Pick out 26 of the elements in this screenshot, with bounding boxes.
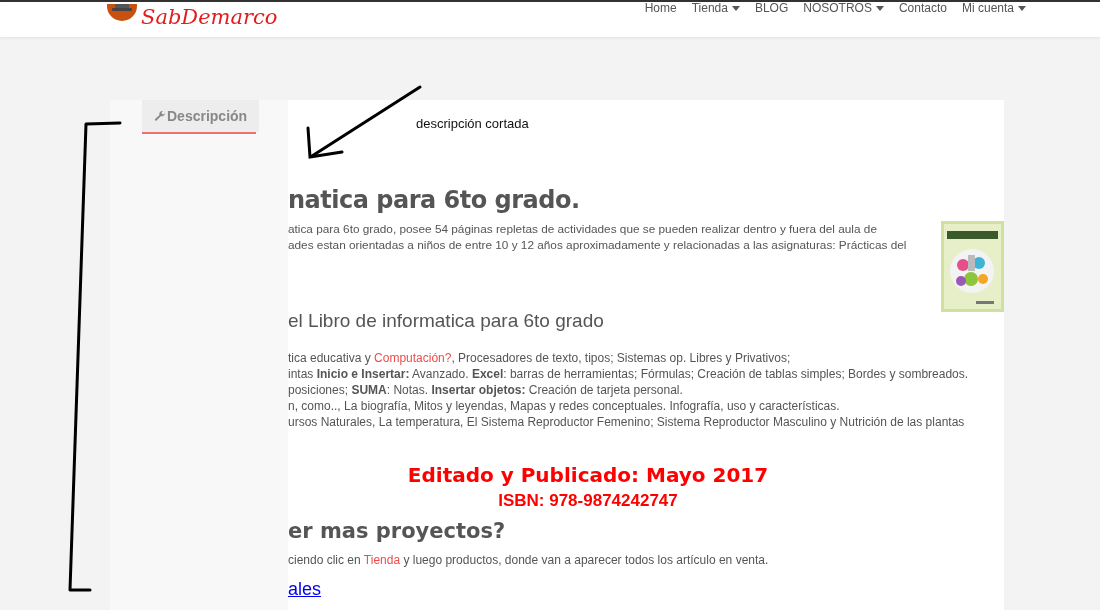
nav-link[interactable]: NOSOTROS — [803, 2, 884, 14]
nav-link[interactable]: Tienda — [691, 2, 740, 14]
wrench-icon — [154, 110, 166, 122]
description-text: atica para 6to grado, posee 54 páginas repletas de actividades que se pueden realizar dentro y fuera del aula de — [288, 221, 878, 237]
list-item: posiciones; SUMA: Notas. Insertar objetos: Creación de tarjeta personal. — [288, 382, 684, 398]
site-logo[interactable]: SabDemarco — [141, 4, 278, 30]
annotation-text: descripción cortada — [416, 116, 529, 131]
nav-link[interactable]: Home — [644, 2, 677, 14]
list-item: n, como.., La biografía, Mitos y leyendas, Mapas y redes conceptuales. Infografía, uso y características. — [288, 398, 841, 414]
isbn-text: ISBN: 978-9874242747 — [497, 491, 679, 511]
link[interactable]: ales — [288, 579, 322, 600]
nav-link[interactable]: BLOG — [754, 2, 789, 14]
publication-date: Editado y Publicado: Mayo 2017 — [406, 463, 770, 487]
nav-link[interactable]: Mi cuenta — [961, 2, 1026, 14]
store-link[interactable]: Tienda — [363, 553, 401, 567]
instruction-text: ciendo clic en Tienda y luego productos, donde van a aparecer todos los artículo en venta. — [288, 553, 770, 567]
section-heading: er mas proyectos? — [288, 519, 507, 543]
list-item: intas Inicio e Insertar: Avanzado. Excel: barras de herramientas; Fórmulas; Creación de tablas simples; Bordes y sombreados. — [288, 366, 970, 382]
description-text: ades estan orientadas a niños de entre 10 y 12 años aproximadamente y relacionadas a las asignaturas: Prácticas del — [288, 237, 908, 253]
laptop-logo-icon — [107, 4, 137, 24]
link[interactable]: Computación? — [374, 351, 452, 365]
list-item: ursos Naturales, La temperatura, El Sistema Reproductor Femenino; Sistema Reproductor Masculino y Nutrición de las plantas — [288, 414, 966, 430]
section-heading: el Libro de informatica para 6to grado — [288, 310, 605, 332]
nav-link[interactable]: Contacto — [898, 2, 947, 14]
list-item: tica educativa y Computación?, Procesadores de texto, tipos; Sistemas op. Libres y Privativos; — [288, 350, 792, 366]
product-title: natica para 6to grado. — [288, 186, 581, 214]
